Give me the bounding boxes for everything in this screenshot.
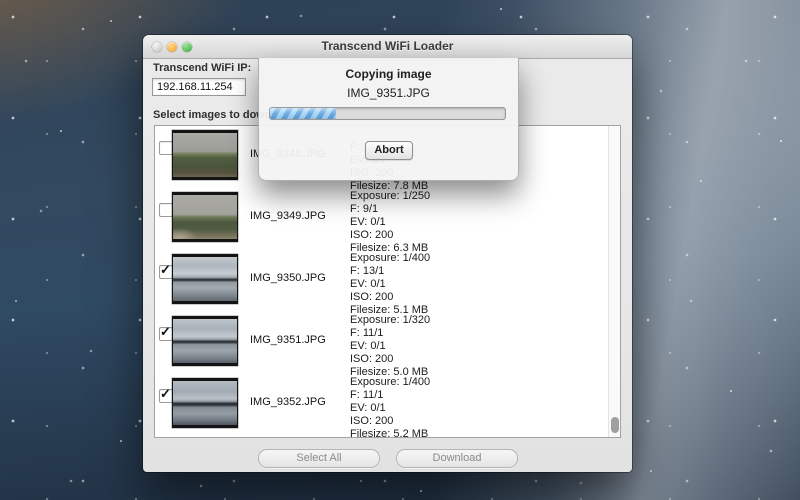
progress-bar xyxy=(269,107,506,120)
row-checkbox[interactable]: ✓ xyxy=(159,265,173,279)
scrollbar-thumb[interactable] xyxy=(611,417,619,433)
progress-bar-fill xyxy=(270,108,336,119)
image-filename: IMG_9351.JPG xyxy=(250,334,326,346)
list-row[interactable]: ✓ IMG_9350.JPG Exposure: 1/400F: 13/1 EV… xyxy=(155,251,607,313)
photo-thumbnail xyxy=(172,192,238,242)
image-filename: IMG_9352.JPG xyxy=(250,396,326,408)
image-filename: IMG_9350.JPG xyxy=(250,272,326,284)
list-row[interactable]: ✓ IMG_9349.JPG Exposure: 1/250F: 9/1 EV:… xyxy=(155,189,607,251)
photo-thumbnail xyxy=(172,254,238,304)
abort-button[interactable]: Abort xyxy=(365,141,413,160)
app-window: Transcend WiFi Loader Transcend WiFi IP:… xyxy=(143,35,632,472)
photo-thumbnail xyxy=(172,130,238,180)
row-checkbox[interactable]: ✓ xyxy=(159,203,173,217)
image-metadata: Exposure: 1/320F: 11/1 EV: 0/1ISO: 200 F… xyxy=(350,314,430,379)
row-checkbox[interactable]: ✓ xyxy=(159,389,173,403)
image-filename: IMG_9349.JPG xyxy=(250,210,326,222)
sheet-filename: IMG_9351.JPG xyxy=(259,86,518,100)
checkmark-icon: ✓ xyxy=(160,325,171,338)
list-row[interactable]: ✓ IMG_9351.JPG Exposure: 1/320F: 11/1 EV… xyxy=(155,313,607,375)
image-metadata: Exposure: 1/400F: 11/1 EV: 0/1ISO: 200 F… xyxy=(350,376,430,438)
photo-thumbnail xyxy=(172,378,238,428)
photo-thumbnail xyxy=(172,316,238,366)
scrollbar-track[interactable] xyxy=(608,126,620,437)
select-all-button[interactable]: Select All xyxy=(258,449,380,468)
list-row[interactable]: ✓ IMG_9352.JPG Exposure: 1/400F: 11/1 EV… xyxy=(155,375,607,437)
checkmark-icon: ✓ xyxy=(160,387,171,400)
desktop: Transcend WiFi Loader Transcend WiFi IP:… xyxy=(0,0,800,500)
download-button[interactable]: Download xyxy=(396,449,518,468)
titlebar: Transcend WiFi Loader xyxy=(143,35,632,59)
ip-input[interactable] xyxy=(152,78,246,96)
row-checkbox[interactable]: ✓ xyxy=(159,327,173,341)
row-checkbox[interactable]: ✓ xyxy=(159,141,173,155)
image-metadata: Exposure: 1/250F: 9/1 EV: 0/1ISO: 200 Fi… xyxy=(350,190,430,255)
checkmark-icon: ✓ xyxy=(160,263,171,276)
copy-progress-sheet: Copying image IMG_9351.JPG Abort xyxy=(258,58,519,181)
sheet-title: Copying image xyxy=(259,67,518,81)
bright-stars xyxy=(0,0,2,2)
window-title: Transcend WiFi Loader xyxy=(143,39,632,53)
image-metadata: Exposure: 1/400F: 13/1 EV: 0/1ISO: 200 F… xyxy=(350,252,430,317)
ip-label: Transcend WiFi IP: xyxy=(153,62,251,74)
